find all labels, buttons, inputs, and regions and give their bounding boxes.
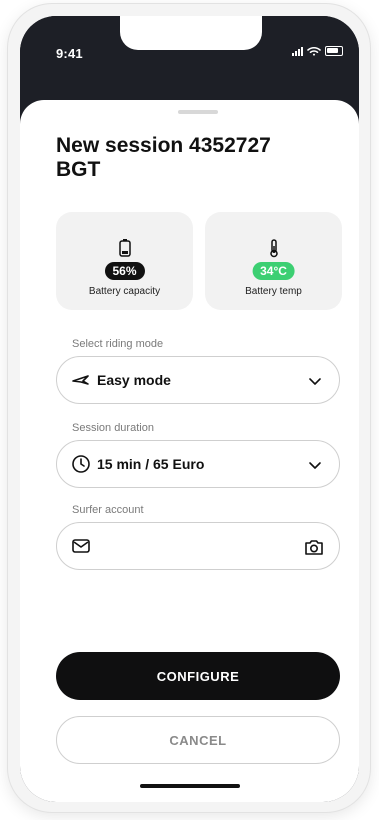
battery-capacity-label: Battery capacity: [88, 286, 161, 297]
surfer-account-field[interactable]: [56, 522, 340, 570]
wifi-icon: [307, 46, 321, 56]
bottom-sheet: New session 4352727 BGT 56% Battery capa…: [20, 100, 359, 802]
notch: [120, 16, 262, 50]
chevron-down-icon: [309, 462, 321, 469]
riding-mode-value: Easy mode: [97, 372, 171, 388]
configure-button[interactable]: CONFIGURE: [56, 652, 340, 700]
status-icons: [292, 46, 343, 56]
battery-temp-label: Battery temp: [245, 286, 302, 297]
battery-card: 56% Battery capacity: [56, 212, 193, 310]
surfboard-icon: [72, 375, 89, 385]
riding-mode-select[interactable]: Easy mode: [56, 356, 340, 404]
device-frame: 9:41 New session 4352727 BGT 56% Battery…: [0, 0, 379, 820]
session-duration-value: 15 min / 65 Euro: [97, 456, 205, 472]
phone-screen: 9:41 New session 4352727 BGT 56% Battery…: [20, 16, 359, 802]
sheet-grabber[interactable]: [178, 110, 218, 114]
status-bar: 9:41: [20, 16, 359, 92]
clock-icon: [72, 455, 90, 473]
battery-icon: [118, 239, 131, 257]
battery-capacity-badge: 56%: [104, 262, 145, 280]
chevron-down-icon: [309, 378, 321, 385]
home-indicator[interactable]: [140, 784, 240, 788]
camera-icon[interactable]: [303, 537, 325, 557]
session-duration-select[interactable]: 15 min / 65 Euro: [56, 440, 340, 488]
stats-cards: 56% Battery capacity 34°C Battery temp: [56, 212, 342, 310]
status-time: 9:41: [56, 46, 83, 61]
signal-icon: [292, 46, 303, 56]
surfer-account-label: Surfer account: [72, 504, 144, 516]
temperature-card: 34°C Battery temp: [205, 212, 342, 310]
battery-temp-badge: 34°C: [252, 262, 295, 280]
mail-icon: [72, 539, 90, 553]
cancel-button[interactable]: CANCEL: [56, 716, 340, 764]
battery-status-icon: [325, 46, 343, 56]
page-title: New session 4352727 BGT: [56, 134, 271, 181]
session-duration-label: Session duration: [72, 422, 154, 434]
riding-mode-label: Select riding mode: [72, 338, 164, 350]
thermometer-icon: [269, 239, 278, 258]
